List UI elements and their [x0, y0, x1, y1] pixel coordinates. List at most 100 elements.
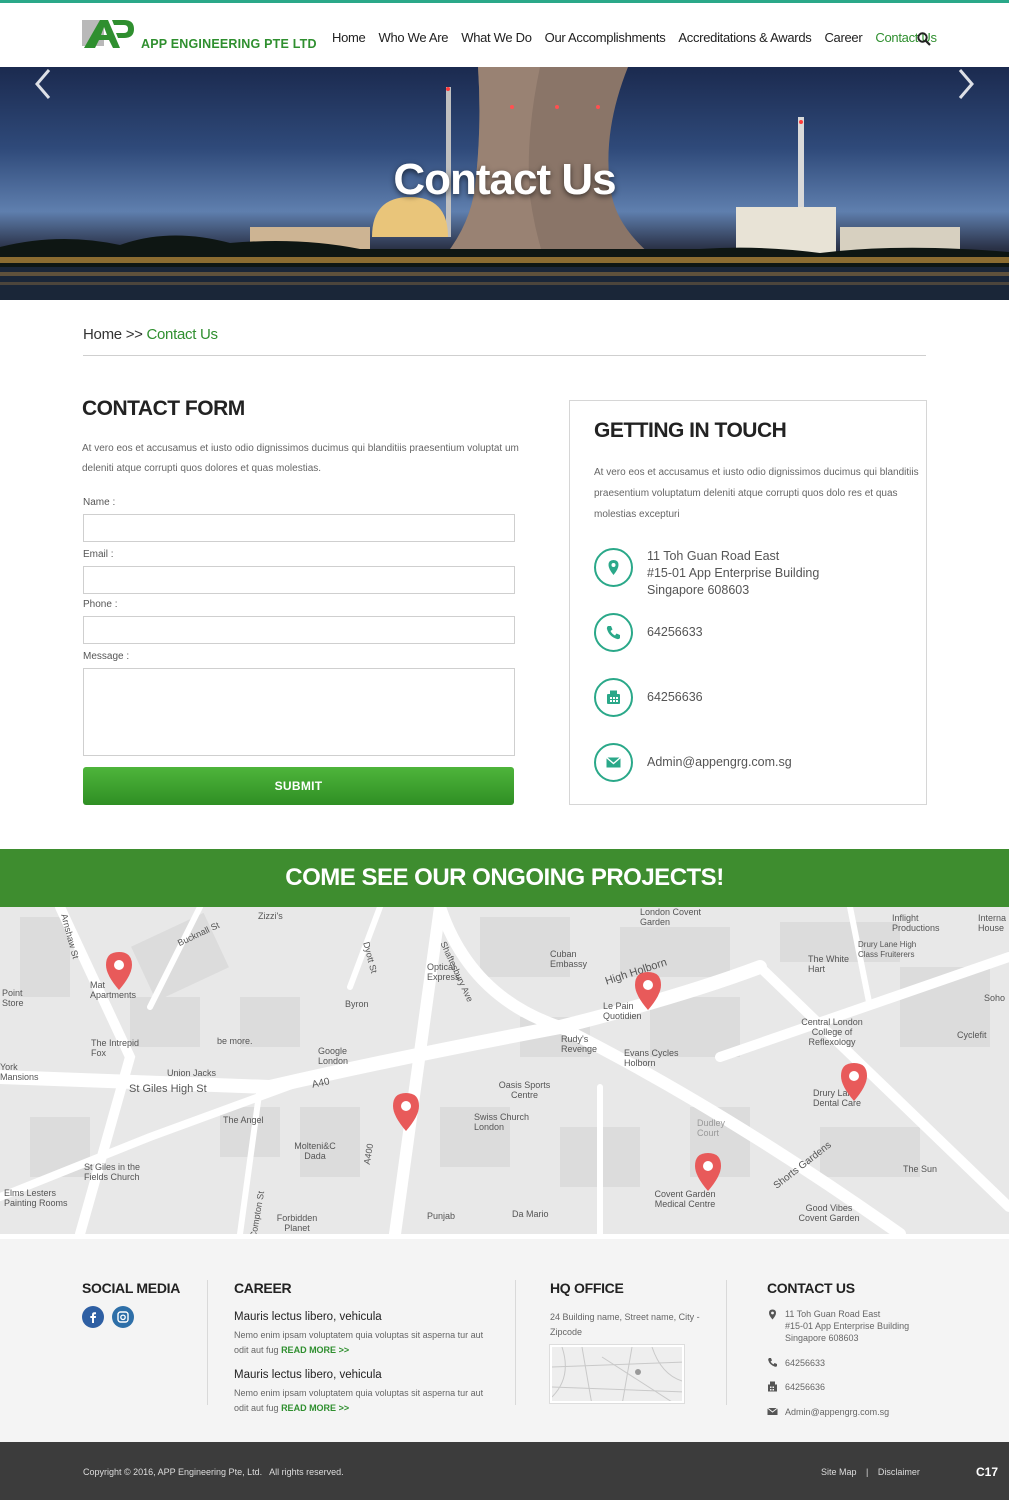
breadcrumb-divider: [83, 355, 926, 356]
map-label: Oasis Sports Centre: [498, 1080, 551, 1100]
read-more-link[interactable]: READ MORE >>: [281, 1345, 349, 1355]
hq-map-thumbnail[interactable]: [550, 1345, 684, 1403]
map-label: Evans Cycles Holborn: [624, 1048, 679, 1068]
map-label: Dudley Court: [697, 1118, 726, 1138]
address-line-1: 11 Toh Guan Road East: [647, 549, 780, 563]
career-item-title[interactable]: Mauris lectus libero, vehicula: [234, 1369, 382, 1381]
sitemap-link[interactable]: Site Map: [821, 1467, 857, 1477]
nav-home[interactable]: Home: [332, 30, 366, 45]
facebook-button[interactable]: [82, 1306, 104, 1328]
map-label: Forbidden Planet: [276, 1213, 318, 1233]
map-label: Rudy's Revenge: [561, 1034, 598, 1054]
hq-office-title: HQ OFFICE: [550, 1280, 624, 1296]
map-pin-icon: [769, 1309, 776, 1320]
company-name: APP ENGINEERING PTE LTD: [141, 37, 317, 51]
hq-address: 24 Building name, Street name, City - Zi…: [550, 1312, 700, 1337]
message-textarea[interactable]: [83, 668, 515, 756]
contact-form-title: CONTACT FORM: [82, 397, 245, 420]
read-more-link[interactable]: READ MORE >>: [281, 1403, 349, 1413]
map-label: Cyclefit: [957, 1030, 987, 1040]
submit-button[interactable]: SUBMIT: [83, 767, 514, 805]
footer-divider: [726, 1280, 727, 1405]
project-pin-icon[interactable]: [634, 971, 662, 1011]
career-item-text: Nemo enim ipsam voluptatem quia voluptas…: [234, 1386, 494, 1415]
map-label: Inflight Productions: [892, 913, 940, 933]
fax-number: 64256636: [647, 690, 703, 704]
career-item-text: Nemo enim ipsam voluptatem quia voluptas…: [234, 1328, 494, 1357]
nav-our-accomplishments[interactable]: Our Accomplishments: [545, 30, 666, 45]
map-label: St Giles in the Fields Church: [84, 1162, 141, 1182]
footer-address: 11 Toh Guan Road East #15-01 App Enterpr…: [785, 1308, 909, 1344]
map-label: Elms Lesters Painting Rooms: [4, 1188, 68, 1208]
nav-career[interactable]: Career: [824, 30, 862, 45]
slider-prev-icon[interactable]: [32, 67, 54, 101]
map-label: Punjab: [427, 1211, 456, 1221]
career-item-title[interactable]: Mauris lectus libero, vehicula: [234, 1311, 382, 1323]
footer-address-line-3: Singapore 608603: [785, 1333, 859, 1343]
envelope-icon: [767, 1407, 778, 1415]
footer-address-line-1: 11 Toh Guan Road East: [785, 1309, 881, 1319]
project-pin-icon[interactable]: [694, 1152, 722, 1192]
project-pin-icon[interactable]: [392, 1092, 420, 1132]
name-label: Name :: [83, 497, 116, 508]
hero-title: Contact Us: [393, 155, 616, 204]
map-label: The Intrepid Fox: [91, 1038, 140, 1058]
disclaimer-link[interactable]: Disclaimer: [878, 1467, 920, 1477]
project-pin-icon[interactable]: [105, 951, 133, 991]
name-input[interactable]: [83, 514, 515, 542]
map-label: Drury Lane High Class Fruiterers: [858, 940, 917, 959]
fax-icon-circle: [594, 678, 633, 717]
phone-icon: [606, 626, 620, 640]
email-label: Email :: [83, 549, 114, 560]
location-icon-circle: [594, 548, 633, 587]
map-label: Point Store: [2, 988, 24, 1008]
page-code: C17: [976, 1465, 999, 1479]
phone-icon: [768, 1358, 777, 1367]
career-item-excerpt: Nemo enim ipsam voluptatem quia voluptas…: [234, 1330, 484, 1355]
project-pin-icon[interactable]: [840, 1062, 868, 1102]
map-label: Good Vibes Covent Garden: [798, 1203, 860, 1223]
footer-phone[interactable]: 64256633: [785, 1357, 825, 1369]
main-nav: Home Who We Are What We Do Our Accomplis…: [332, 30, 950, 45]
address-block: 11 Toh Guan Road East #15-01 App Enterpr…: [647, 548, 819, 599]
hq-map-image: [552, 1347, 682, 1401]
nav-who-we-are[interactable]: Who We Are: [378, 30, 448, 45]
footer-fax: 64256636: [785, 1382, 826, 1392]
instagram-icon: [117, 1311, 129, 1323]
breadcrumb-separator: >>: [125, 326, 143, 343]
email-address[interactable]: Admin@appengrg.com.sg: [647, 754, 792, 771]
map-label: York Mansions: [0, 1062, 39, 1082]
nav-what-we-do[interactable]: What We Do: [461, 30, 532, 45]
nav-accreditations-awards[interactable]: Accreditations & Awards: [678, 30, 811, 45]
map-label: Da Mario: [512, 1209, 549, 1219]
instagram-button[interactable]: [112, 1306, 134, 1328]
career-item-excerpt: Nemo enim ipsam voluptatem quia voluptas…: [234, 1388, 484, 1413]
envelope-icon: [606, 756, 621, 768]
map-label: Central London College of Reflexology: [801, 1017, 863, 1047]
phone-number[interactable]: 64256633: [647, 624, 703, 641]
map-pin-icon: [608, 560, 619, 575]
map-label: Union Jacks: [167, 1068, 217, 1078]
slider-next-icon[interactable]: [955, 67, 977, 101]
company-logo[interactable]: [82, 16, 134, 52]
contact-us-title: CONTACT US: [767, 1280, 855, 1296]
phone-input[interactable]: [83, 616, 515, 644]
search-icon[interactable]: [917, 32, 931, 46]
career-title: CAREER: [234, 1280, 292, 1296]
facebook-icon: [90, 1312, 96, 1323]
footer-divider: [207, 1280, 208, 1405]
email-input[interactable]: [83, 566, 515, 594]
fax-icon: [607, 690, 620, 704]
map-label: The Angel: [223, 1115, 264, 1125]
footer-email[interactable]: Admin@appengrg.com.sg: [785, 1406, 889, 1418]
projects-map[interactable]: Zizzi's Bucknall St Optical Express Shaf…: [0, 907, 1009, 1234]
footer-divider: [515, 1280, 516, 1405]
map-label: Soho: [984, 993, 1006, 1003]
copyright-text: Copyright © 2016, APP Engineering Pte, L…: [83, 1467, 344, 1477]
projects-title: COME SEE OUR ONGOING PROJECTS!: [285, 864, 724, 891]
breadcrumb-home[interactable]: Home: [83, 326, 122, 343]
map-label: The Sun: [903, 1164, 938, 1174]
phone-label: Phone :: [83, 599, 118, 610]
map-label: London Covent Garden: [640, 907, 702, 927]
map-label: Zizzi's: [258, 911, 283, 921]
